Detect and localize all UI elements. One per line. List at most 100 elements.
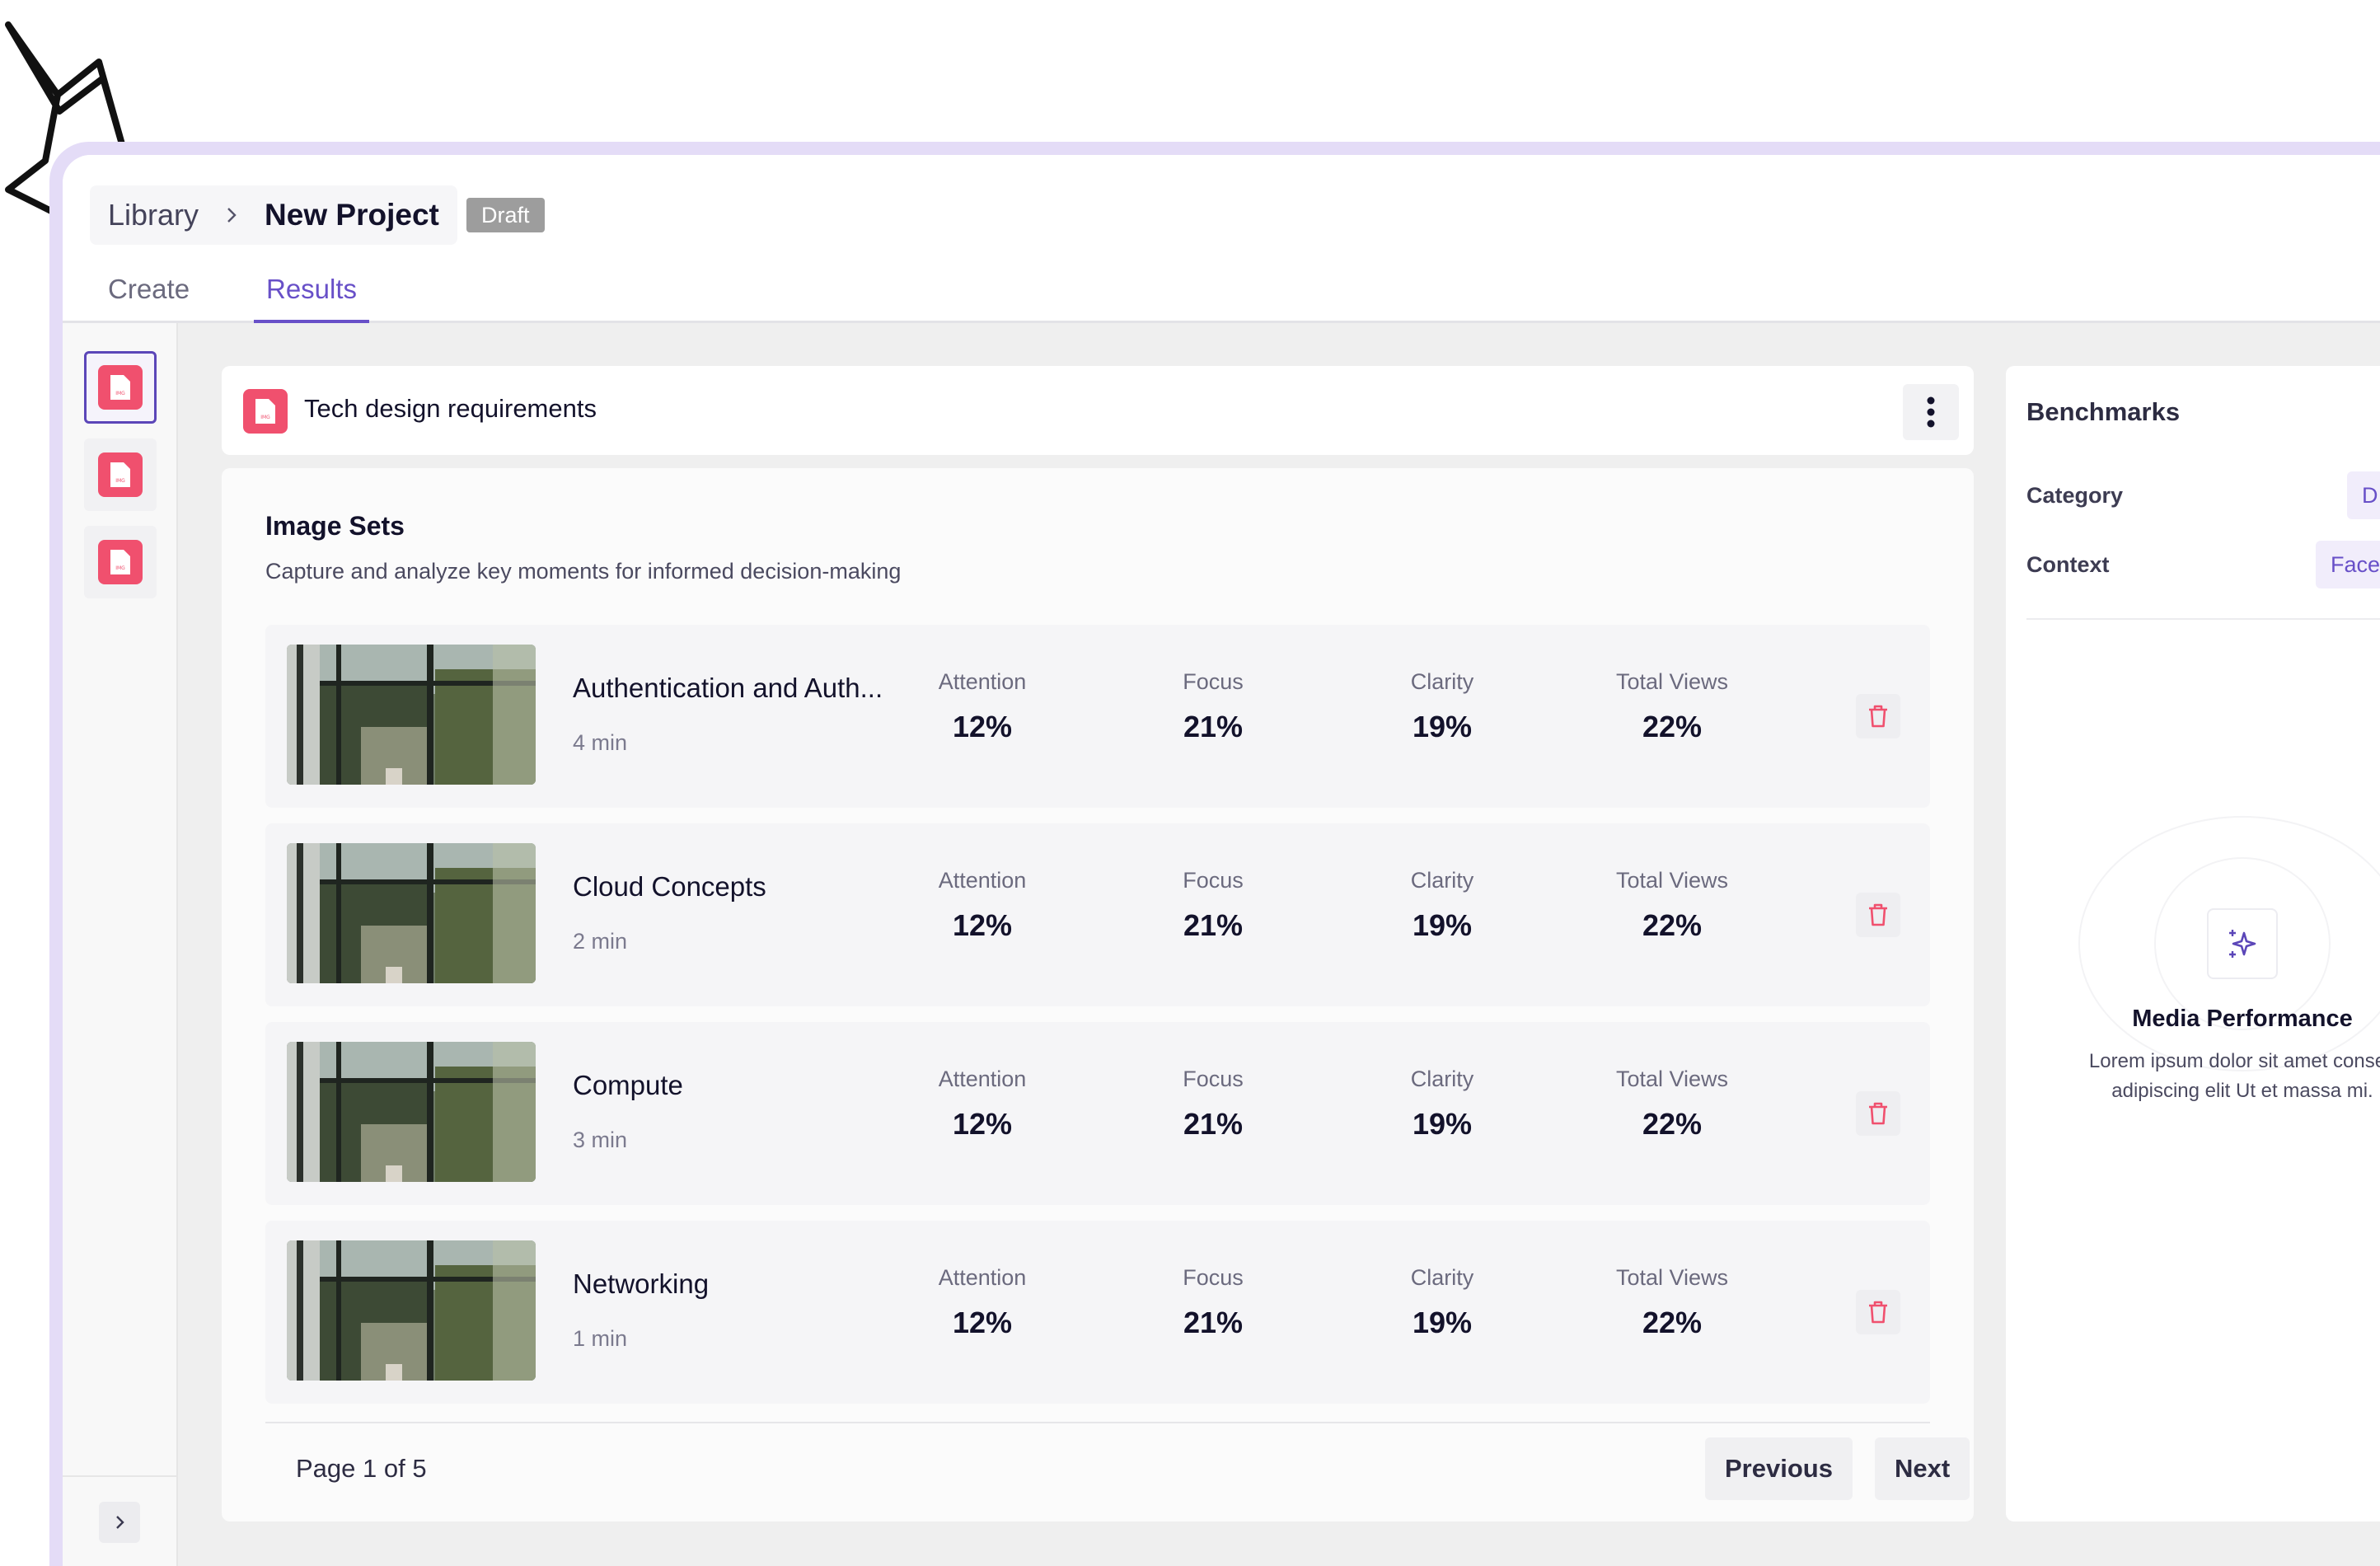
- metric-attention: Attention 12%: [900, 669, 1065, 744]
- metric-value: 21%: [1183, 710, 1244, 743]
- file-image-icon: IMG: [98, 540, 143, 584]
- divider: [2026, 618, 2380, 620]
- image-set-title[interactable]: Compute: [573, 1070, 683, 1101]
- table-row[interactable]: Compute 3 min Attention 12% Focus 21% Clarity 1…: [265, 1022, 1930, 1205]
- metric-attention: Attention 12%: [900, 1265, 1065, 1340]
- metric-value: 22%: [1642, 908, 1703, 942]
- metric-attention: Attention 12%: [900, 1067, 1065, 1142]
- description-line: adipiscing elit Ut et massa mi.: [2111, 1080, 2373, 1102]
- image-set-title[interactable]: Cloud Concepts: [573, 871, 766, 903]
- metric-total-views: Total Views 22%: [1590, 669, 1755, 744]
- benchmarks-title: Benchmarks: [2026, 397, 2181, 426]
- sidebar-file-1[interactable]: IMG: [84, 351, 157, 424]
- table-row[interactable]: Cloud Concepts 2 min Attention 12% Focus 21% C…: [265, 823, 1930, 1006]
- tab-bar: Create Results: [96, 270, 370, 323]
- metric-label: Attention: [938, 868, 1027, 893]
- section-description: Capture and analyze key moments for info…: [265, 559, 902, 584]
- image-set-thumbnail[interactable]: [287, 645, 536, 785]
- svg-text:IMG: IMG: [115, 391, 125, 396]
- metric-total-views: Total Views 22%: [1590, 868, 1755, 943]
- image-set-duration: 3 min: [573, 1128, 628, 1152]
- more-options-button[interactable]: [1903, 384, 1959, 440]
- metric-value: 22%: [1642, 710, 1703, 743]
- breadcrumb-library[interactable]: Library: [108, 198, 199, 232]
- table-row[interactable]: Authentication and Auth... 4 min Attention…: [265, 625, 1930, 808]
- description-line: Lorem ipsum dolor sit amet consec: [2088, 1050, 2380, 1072]
- document-title: Tech design requirements: [304, 394, 597, 423]
- metric-total-views: Total Views 22%: [1590, 1067, 1755, 1142]
- trash-icon: [1869, 705, 1887, 728]
- table-row[interactable]: Networking 1 min Attention 12% Focus 21% Clari…: [265, 1221, 1930, 1404]
- delete-button[interactable]: [1856, 1091, 1900, 1136]
- file-image-icon: IMG: [98, 365, 143, 410]
- trash-icon: [1869, 1102, 1887, 1125]
- chevron-right-icon: [215, 199, 248, 232]
- sidebar-file-2[interactable]: IMG: [84, 438, 157, 511]
- metric-total-views: Total Views 22%: [1590, 1265, 1755, 1340]
- image-set-thumbnail[interactable]: [287, 1042, 536, 1182]
- tab-results[interactable]: Results: [254, 270, 370, 323]
- kebab-icon: [1927, 396, 1935, 428]
- category-label: Category: [2026, 483, 2124, 508]
- metric-clarity: Clarity 19%: [1360, 1067, 1525, 1142]
- sidebar-footer: [63, 1475, 178, 1566]
- sparkle-icon: [2229, 930, 2256, 958]
- image-set-title[interactable]: Networking: [573, 1268, 709, 1300]
- divider: [265, 1422, 1930, 1423]
- metric-value: 19%: [1412, 710, 1473, 743]
- delete-button[interactable]: [1856, 1290, 1900, 1334]
- metric-clarity: Clarity 19%: [1360, 669, 1525, 744]
- page: Library New Project Draft Create Results…: [0, 0, 2380, 1566]
- metric-value: 12%: [952, 710, 1013, 743]
- metric-focus: Focus 21%: [1131, 1265, 1295, 1340]
- sidebar-file-3[interactable]: IMG: [84, 526, 157, 598]
- image-set-thumbnail[interactable]: [287, 1240, 536, 1381]
- metric-label: Focus: [1183, 1265, 1244, 1290]
- image-set-duration: 4 min: [573, 730, 628, 755]
- metric-focus: Focus 21%: [1131, 868, 1295, 943]
- trash-icon: [1869, 1301, 1887, 1324]
- context-label: Context: [2026, 552, 2110, 577]
- delete-button[interactable]: [1856, 893, 1900, 937]
- metric-label: Attention: [938, 669, 1027, 694]
- page-info: Page 1 of 5: [296, 1454, 427, 1483]
- status-badge: Draft: [466, 198, 545, 232]
- media-performance-title: Media Performance: [2132, 1006, 2353, 1032]
- benchmarks-panel: Benchmarks Category D Context Face Media…: [2006, 366, 2380, 1521]
- image-set-duration: 1 min: [573, 1326, 628, 1351]
- previous-button[interactable]: Previous: [1705, 1437, 1853, 1500]
- image-set-title[interactable]: Authentication and Auth...: [573, 673, 883, 704]
- tab-create[interactable]: Create: [96, 270, 227, 323]
- delete-button[interactable]: [1856, 694, 1900, 738]
- expand-sidebar-button[interactable]: [99, 1502, 140, 1543]
- section-title: Image Sets: [265, 511, 405, 541]
- metric-label: Focus: [1183, 1067, 1244, 1091]
- metric-value: 21%: [1183, 1306, 1244, 1339]
- metric-label: Focus: [1183, 868, 1244, 893]
- metric-focus: Focus 21%: [1131, 669, 1295, 744]
- category-chip[interactable]: D: [2347, 471, 2380, 519]
- content-area: IMG IMG IMG IMG Tech design requirements…: [63, 323, 2380, 1566]
- next-button[interactable]: Next: [1875, 1437, 1970, 1500]
- metric-label: Total Views: [1615, 1265, 1729, 1290]
- breadcrumb: Library New Project: [90, 185, 457, 245]
- metric-label: Focus: [1183, 669, 1244, 694]
- metric-value: 22%: [1642, 1306, 1703, 1339]
- media-performance-icon-box: [2207, 908, 2278, 979]
- sidebar: IMG IMG IMG: [63, 323, 178, 1566]
- metric-label: Total Views: [1615, 1067, 1729, 1091]
- metric-value: 19%: [1412, 1306, 1473, 1339]
- header: Library New Project Draft Create Results: [63, 155, 2380, 323]
- svg-text:IMG: IMG: [260, 415, 270, 420]
- metric-value: 19%: [1412, 908, 1473, 942]
- metric-value: 21%: [1183, 908, 1244, 942]
- metric-label: Clarity: [1410, 669, 1474, 694]
- trash-icon: [1869, 903, 1887, 926]
- file-image-icon: IMG: [243, 389, 288, 434]
- metric-focus: Focus 21%: [1131, 1067, 1295, 1142]
- image-sets-card: Image Sets Capture and analyze key momen…: [222, 468, 1974, 1521]
- metric-label: Attention: [938, 1265, 1027, 1290]
- app-window: Library New Project Draft Create Results…: [63, 155, 2380, 1566]
- context-chip[interactable]: Face: [2316, 541, 2380, 588]
- image-set-thumbnail[interactable]: [287, 843, 536, 983]
